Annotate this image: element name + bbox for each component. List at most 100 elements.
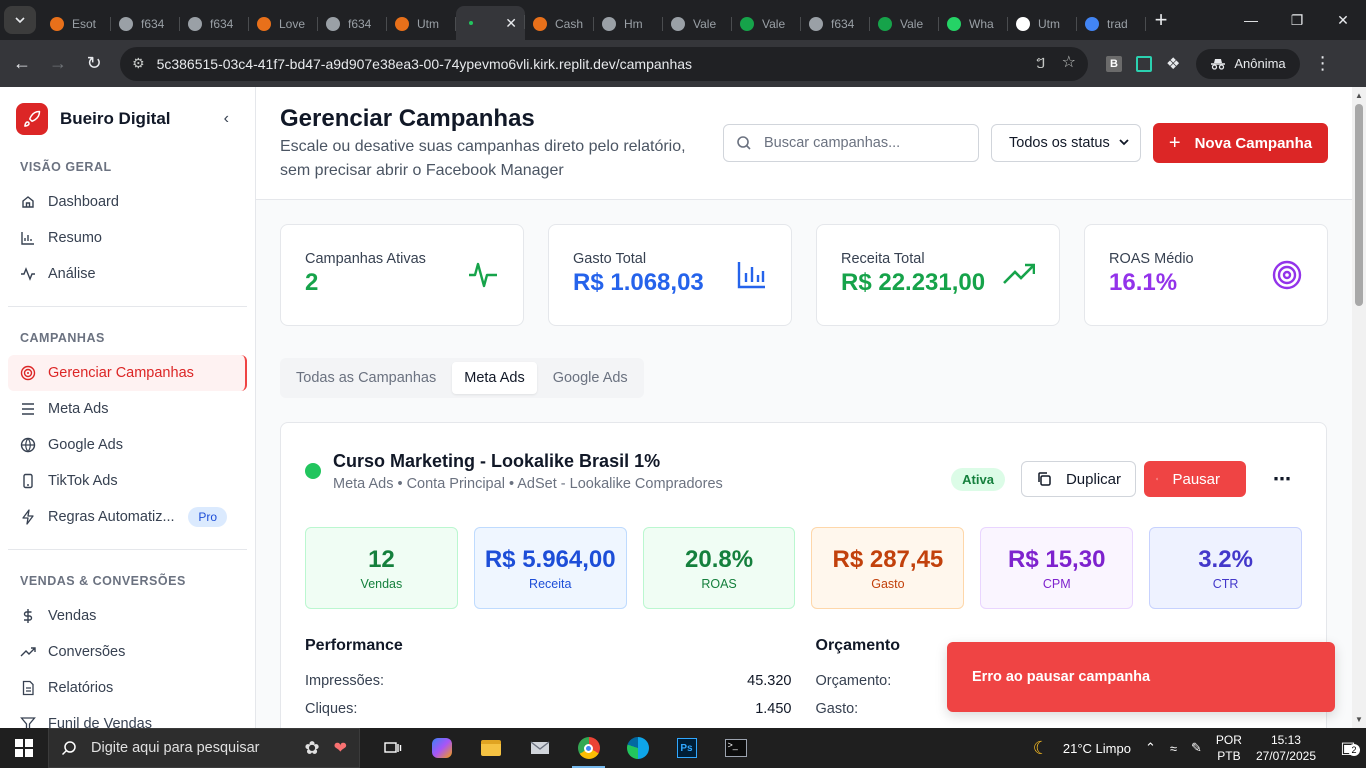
sidebar-item-funil-de-vendas[interactable]: Funil de Vendas (8, 706, 247, 728)
browser-tab[interactable]: Utm (1008, 8, 1077, 40)
sidebar-item-tiktok-ads[interactable]: TikTok Ads (8, 463, 247, 499)
activity-icon (467, 259, 499, 296)
browser-tab[interactable]: Cash (525, 8, 594, 40)
tab-todas-as-campanhas[interactable]: Todas as Campanhas (284, 362, 448, 394)
browser-tab[interactable]: Vale (732, 8, 801, 40)
mail-icon[interactable] (515, 728, 564, 768)
sidebar-item-meta-ads[interactable]: Meta Ads (8, 391, 247, 427)
translate-icon[interactable]: ៗ (1035, 52, 1046, 76)
notification-count: 2 (1348, 744, 1360, 756)
extension-square-icon[interactable] (1136, 55, 1152, 72)
tab-favicon-icon (188, 17, 202, 31)
bookmark-star-icon[interactable]: ☆ (1062, 52, 1076, 76)
back-icon[interactable]: ← (4, 53, 40, 74)
browser-tab[interactable]: Vale (870, 8, 939, 40)
new-tab-button[interactable]: + (1146, 7, 1176, 33)
extension-b-icon[interactable]: B (1106, 55, 1122, 72)
scrollbar-thumb[interactable] (1355, 104, 1363, 306)
notification-icon[interactable]: ▣ 2 (1330, 738, 1366, 758)
tab-favicon-icon (395, 17, 409, 31)
sidebar-item-resumo[interactable]: Resumo (8, 220, 247, 256)
sidebar-item-vendas[interactable]: Vendas (8, 598, 247, 634)
pen-icon[interactable]: ✎ (1191, 740, 1202, 756)
browser-tab[interactable]: f634 (180, 8, 249, 40)
sidebar-item-google-ads[interactable]: Google Ads (8, 427, 247, 463)
sidebar-item-relat-rios[interactable]: Relatórios (8, 670, 247, 706)
tab-search-button[interactable] (4, 6, 36, 34)
tab-meta-ads[interactable]: Meta Ads (452, 362, 537, 394)
metric-value: R$ 5.964,00 (484, 545, 616, 573)
browser-tab[interactable]: f634 (318, 8, 387, 40)
detail-value: 1.450 (755, 701, 792, 717)
forward-icon[interactable]: → (40, 53, 76, 74)
scroll-down-icon[interactable]: ▼ (1355, 715, 1363, 724)
browser-tab[interactable]: f634 (111, 8, 180, 40)
sidebar-item-an-lise[interactable]: Análise (8, 256, 247, 292)
weather-text[interactable]: 21°C Limpo (1063, 741, 1131, 756)
language-indicator[interactable]: POR PTB (1216, 732, 1242, 764)
tab-favicon-icon (671, 17, 685, 31)
incognito-badge[interactable]: Anônima (1196, 48, 1300, 79)
browser-tab[interactable]: trad (1077, 8, 1146, 40)
browser-tab[interactable]: Esot (42, 8, 111, 40)
tab-favicon-icon (602, 17, 616, 31)
tab-google-ads[interactable]: Google Ads (541, 362, 640, 394)
restore-icon[interactable]: ❐ (1274, 12, 1320, 29)
tab-favicon-icon (469, 21, 473, 25)
puzzle-icon[interactable]: ❖ (1166, 54, 1180, 74)
network-icon[interactable]: ≈ (1170, 741, 1177, 756)
copilot-icon[interactable] (417, 728, 466, 768)
status-filter-value: Todos os status (1009, 135, 1110, 151)
search-box[interactable] (723, 124, 979, 162)
search-input[interactable] (764, 135, 964, 151)
duplicate-button[interactable]: Duplicar (1020, 461, 1136, 497)
more-options-icon[interactable]: ⋯ (1262, 469, 1302, 490)
sidebar-item-gerenciar-campanhas[interactable]: Gerenciar Campanhas (8, 355, 247, 391)
sidebar-item-regras-automatiz[interactable]: Regras Automatiz... Pro (8, 499, 247, 535)
taskbar-search[interactable]: Digite aqui para pesquisar ✿ ❤ (48, 728, 360, 768)
tab-favicon-icon (1016, 17, 1030, 31)
sidebar-divider (8, 549, 247, 550)
browser-tab[interactable]: Wha (939, 8, 1008, 40)
close-window-icon[interactable]: ✕ (1320, 12, 1366, 29)
chevron-up-icon[interactable]: ⌃ (1145, 740, 1156, 756)
tab-favicon-icon (740, 17, 754, 31)
photoshop-icon[interactable]: Ps (662, 728, 711, 768)
collapse-sidebar-icon[interactable]: ‹ (224, 110, 229, 128)
sidebar-item-dashboard[interactable]: Dashboard (8, 184, 247, 220)
pause-button[interactable]: Pausar (1144, 461, 1246, 497)
detail-row: Cliques: 1.450 (305, 695, 792, 723)
stat-card: Campanhas Ativas 2 (280, 224, 524, 326)
site-info-icon[interactable]: ⚙ (132, 55, 145, 72)
chrome-icon[interactable] (564, 728, 613, 768)
url-bar[interactable]: ⚙ 5c386515-03c4-41f7-bd47-a9d907e38ea3-0… (120, 46, 1088, 81)
page-scrollbar[interactable]: ▲ ▼ (1352, 87, 1366, 728)
browser-tab-bar: Esot f634 f634 Love f634 Utm ✕ Cash Hm Vale Vale f6… (0, 0, 1366, 40)
file-explorer-icon[interactable] (466, 728, 515, 768)
close-tab-icon[interactable]: ✕ (505, 15, 517, 32)
sidebar-item-convers-es[interactable]: Conversões (8, 634, 247, 670)
browser-tab[interactable]: Love (249, 8, 318, 40)
scroll-up-icon[interactable]: ▲ (1355, 91, 1363, 100)
task-view-icon[interactable] (368, 728, 417, 768)
browser-tab[interactable]: ✕ (456, 6, 525, 40)
browser-tab[interactable]: Vale (663, 8, 732, 40)
clock[interactable]: 15:13 27/07/2025 (1256, 732, 1316, 764)
edge-icon[interactable] (613, 728, 662, 768)
target-icon (1271, 259, 1303, 296)
browser-tab[interactable]: Hm (594, 8, 663, 40)
performance-title: Performance (305, 637, 403, 654)
browser-address-bar: ← → ↻ ⚙ 5c386515-03c4-41f7-bd47-a9d907e3… (0, 40, 1366, 87)
browser-menu-icon[interactable]: ⋮ (1314, 53, 1332, 74)
file-icon (20, 680, 36, 696)
stat-card: Receita Total R$ 22.231,00 (816, 224, 1060, 326)
browser-tab[interactable]: f634 (801, 8, 870, 40)
new-campaign-button[interactable]: + Nova Campanha (1153, 123, 1328, 163)
minimize-icon[interactable]: — (1228, 12, 1274, 29)
platform-tabs: Todas as Campanhas Meta Ads Google Ads (280, 358, 644, 398)
terminal-icon[interactable]: >_ (711, 728, 760, 768)
windows-start-icon[interactable] (0, 739, 48, 757)
reload-icon[interactable]: ↻ (76, 53, 112, 74)
status-filter-select[interactable]: Todos os status (991, 124, 1141, 162)
browser-tab[interactable]: Utm (387, 8, 456, 40)
